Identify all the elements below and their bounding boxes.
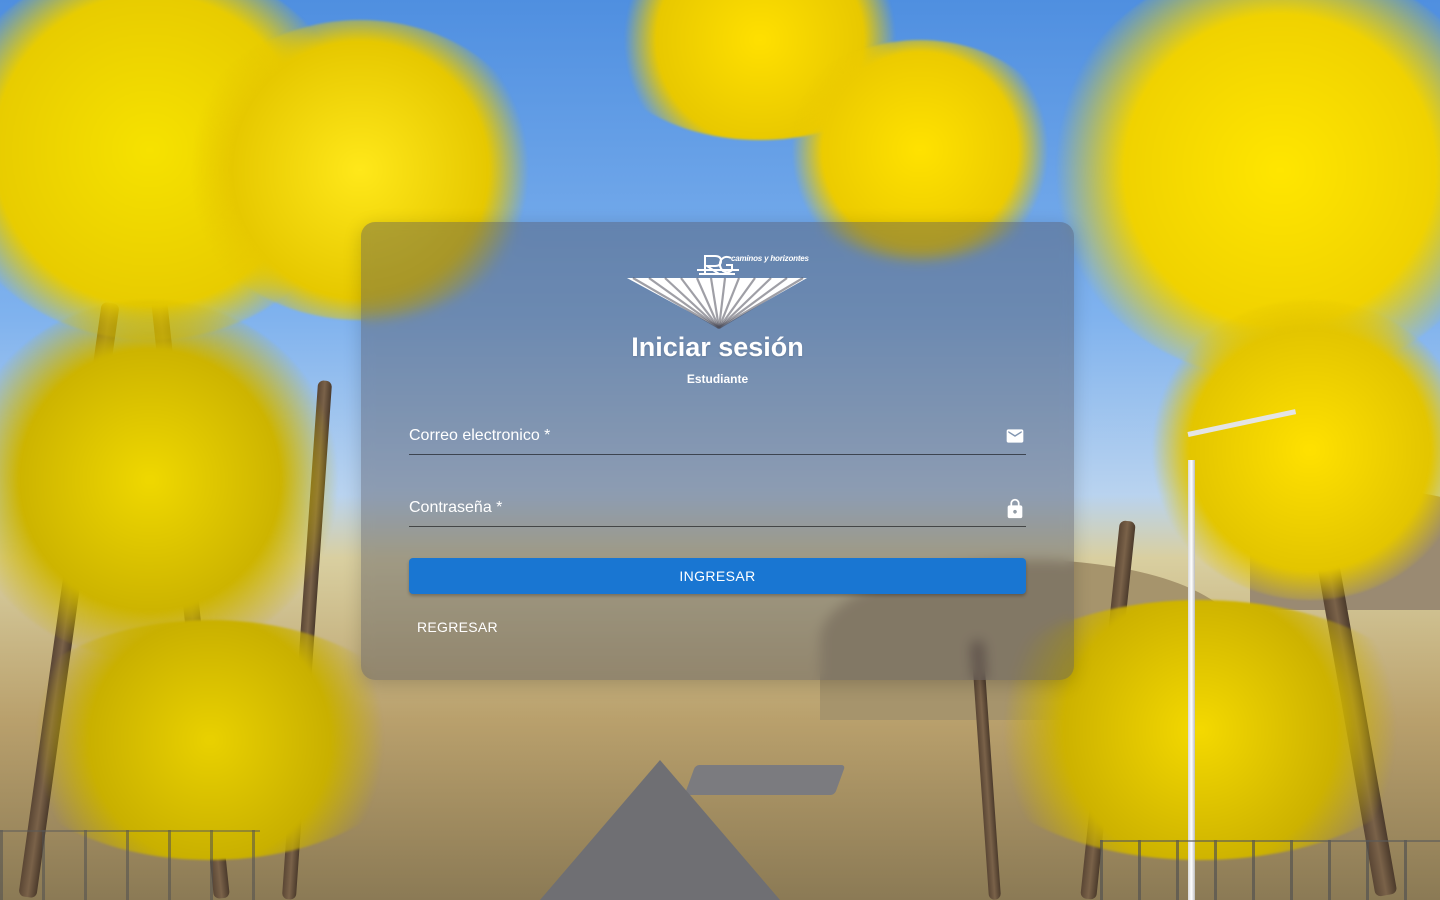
page-subtitle: Estudiante bbox=[686, 372, 749, 386]
email-field: Correo electronico * bbox=[409, 414, 1026, 455]
login-submit-button[interactable]: INGRESAR bbox=[409, 558, 1026, 594]
logo: caminos y horizontes bbox=[627, 250, 811, 330]
login-card: caminos y horizontes Iniciar sesión Estu… bbox=[361, 222, 1074, 680]
lock-icon bbox=[1004, 498, 1026, 519]
logo-tagline: caminos y horizontes bbox=[731, 254, 809, 263]
password-input[interactable] bbox=[409, 492, 993, 524]
password-field: Contraseña * bbox=[409, 486, 1026, 527]
mail-icon bbox=[1004, 426, 1026, 446]
page-title: Iniciar sesión bbox=[631, 332, 804, 362]
back-button[interactable]: REGRESAR bbox=[409, 612, 506, 642]
email-input[interactable] bbox=[409, 420, 993, 452]
